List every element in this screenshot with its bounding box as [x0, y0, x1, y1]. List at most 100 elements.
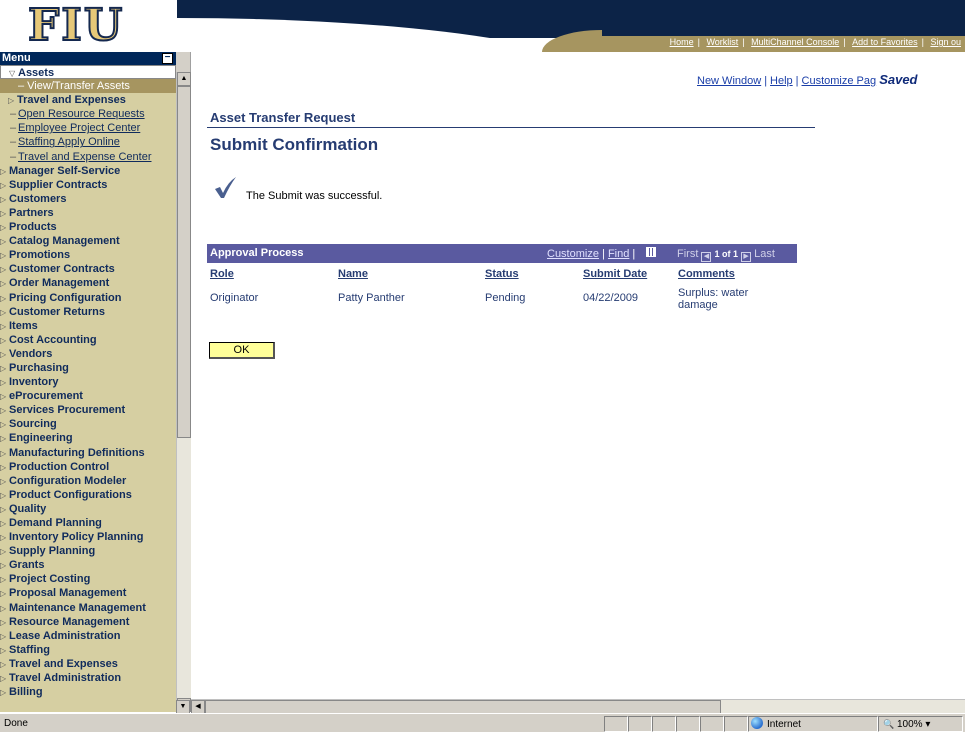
collapsed-arrow-icon: ▷	[0, 533, 7, 543]
menu-item[interactable]: ▷ Project Costing	[0, 572, 176, 586]
page-subtitle: Submit Confirmation	[210, 135, 379, 154]
menu-item-label: Grants	[9, 559, 45, 572]
scroll-left-arrow-icon[interactable]: ◀	[191, 700, 205, 714]
menu-item[interactable]: ▷ Vendors	[0, 347, 176, 361]
menu-item[interactable]: ▷ Inventory	[0, 375, 176, 389]
menu-item[interactable]: ▷ Pricing Configuration	[0, 291, 176, 305]
collapsed-arrow-icon: ▷	[0, 617, 7, 627]
horizontal-scrollbar[interactable]: ▼ ◀	[176, 699, 965, 714]
menu-item[interactable]: – Employee Project Center	[0, 121, 176, 135]
menu-item[interactable]: ▷ Resource Management	[0, 615, 176, 629]
menu-scroll-down-icon[interactable]: ▼	[176, 700, 190, 714]
menu-scrollbar[interactable]: ▲ ▼	[176, 72, 191, 712]
menu-item[interactable]: ▷ Services Procurement	[0, 403, 176, 417]
home-link[interactable]: Home	[666, 37, 698, 47]
browser-page: FIU Home | Worklist | MultiChannel Console…	[0, 0, 965, 732]
menu-item[interactable]: ▷ Customers	[0, 192, 176, 206]
horizontal-scroll-thumb[interactable]	[205, 700, 721, 714]
menu-item[interactable]: ▷ Engineering	[0, 431, 176, 445]
menu-item[interactable]: ▷ Catalog Management	[0, 234, 176, 248]
menu-item[interactable]: ▷ Product Configurations	[0, 488, 176, 502]
sign-out-link[interactable]: Sign ou	[926, 37, 965, 47]
menu-item[interactable]: ▷ Billing	[0, 685, 176, 699]
menu-item[interactable]: ▷ Sourcing	[0, 417, 176, 431]
menu-item[interactable]: – View/Transfer Assets	[0, 79, 176, 94]
menu-item[interactable]: ▷ Promotions	[0, 248, 176, 262]
last-link[interactable]: Last	[754, 248, 775, 260]
view-all-grid-icon[interactable]	[646, 247, 656, 257]
collapsed-arrow-icon: ▷	[0, 166, 7, 176]
column-header-comments[interactable]: Comments	[678, 268, 735, 280]
multichannel-console-link[interactable]: MultiChannel Console	[747, 37, 843, 47]
column-header-name[interactable]: Name	[338, 268, 368, 280]
column-header-status[interactable]: Status	[485, 268, 519, 280]
menu-item-label: Travel Administration	[9, 672, 122, 685]
collapse-menu-icon[interactable]: −	[162, 53, 173, 64]
menu-item[interactable]: ▷ Order Management	[0, 276, 176, 290]
menu-item[interactable]: ▷ Maintenance Management	[0, 601, 176, 615]
collapsed-arrow-icon: ▷	[0, 575, 7, 585]
menu-item[interactable]: ▽ Assets	[0, 65, 176, 80]
scroll-thumb[interactable]	[177, 86, 191, 438]
customize-page-link[interactable]: Customize Pag	[802, 75, 877, 87]
zoom-level[interactable]: 🔍 100% ▾	[878, 716, 963, 732]
menu-item-label: Maintenance Management	[9, 601, 146, 614]
menu-item-label: Supplier Contracts	[9, 178, 108, 191]
menu-item[interactable]: ▷ Demand Planning	[0, 516, 176, 530]
menu-item-label: Customer Contracts	[9, 263, 115, 276]
next-row-icon[interactable]: ▶	[741, 252, 752, 262]
menu-item[interactable]: – Travel and Expense Center	[0, 150, 176, 164]
menu-item[interactable]: ▷ eProcurement	[0, 389, 176, 403]
new-window-link[interactable]: New Window	[697, 75, 761, 87]
menu-item[interactable]: ▷ Lease Administration	[0, 629, 176, 643]
grid-find-link[interactable]: Find	[608, 248, 629, 260]
menu-item-label: Order Management	[9, 277, 110, 290]
menu-item[interactable]: ▷ Items	[0, 319, 176, 333]
menu-item[interactable]: ▷ Purchasing	[0, 361, 176, 375]
collapsed-arrow-icon: ▷	[0, 279, 7, 289]
collapsed-arrow-icon: ▷	[0, 363, 7, 373]
menu-item[interactable]: ▷ Customer Returns	[0, 305, 176, 319]
add-to-favorites-link[interactable]: Add to Favorites	[848, 37, 922, 47]
menu-item[interactable]: ▷ Manager Self-Service	[0, 164, 176, 178]
menu-item[interactable]: ▷ Customer Contracts	[0, 262, 176, 276]
collapsed-arrow-icon: ▷	[0, 180, 7, 190]
menu-item-label: Customer Returns	[9, 305, 105, 318]
collapsed-arrow-icon: ▷	[0, 631, 7, 641]
worklist-link[interactable]: Worklist	[702, 37, 742, 47]
menu-item[interactable]: ▷ Cost Accounting	[0, 333, 176, 347]
first-link[interactable]: First	[677, 248, 698, 260]
menu-item[interactable]: ▷ Products	[0, 220, 176, 234]
grid-customize-link[interactable]: Customize	[547, 248, 599, 260]
ok-button[interactable]: OK	[209, 342, 275, 359]
menu-item[interactable]: ▷ Grants	[0, 558, 176, 572]
menu-item[interactable]: – Open Resource Requests	[0, 107, 176, 121]
menu-item[interactable]: ▷ Production Control	[0, 460, 176, 474]
collapsed-arrow-icon: ▷	[0, 476, 7, 486]
menu-item[interactable]: ▷ Inventory Policy Planning	[0, 530, 176, 544]
column-header-submit-date[interactable]: Submit Date	[583, 268, 647, 280]
menu-item[interactable]: ▷ Quality	[0, 502, 176, 516]
menu-item[interactable]: ▷ Supply Planning	[0, 544, 176, 558]
help-link[interactable]: Help	[770, 75, 793, 87]
column-header-role[interactable]: Role	[210, 268, 234, 280]
cell-comments: Surplus: water damage	[678, 287, 749, 311]
cell-name: Patty Panther	[338, 292, 405, 304]
menu-item[interactable]: – Staffing Apply Online	[0, 135, 176, 149]
menu-item[interactable]: ▷ Travel and Expenses	[0, 657, 176, 671]
menu-item[interactable]: ▷ Travel and Expenses	[0, 93, 176, 107]
menu-item[interactable]: ▷ Staffing	[0, 643, 176, 657]
menu-item[interactable]: ▷ Travel Administration	[0, 671, 176, 685]
cell-role: Originator	[210, 292, 259, 304]
fiu-logo[interactable]: FIU	[27, 1, 124, 51]
menu-item-label: Billing	[9, 686, 43, 699]
menu-item[interactable]: ▷ Partners	[0, 206, 176, 220]
previous-row-icon[interactable]: ◀	[701, 252, 712, 262]
menu-item[interactable]: ▷ Configuration Modeler	[0, 474, 176, 488]
menu-item[interactable]: ▷ Manufacturing Definitions	[0, 446, 176, 460]
menu-item[interactable]: ▷ Proposal Management	[0, 586, 176, 600]
menu-title: Menu −	[0, 52, 176, 65]
menu-item[interactable]: ▷ Supplier Contracts	[0, 178, 176, 192]
security-zone[interactable]: Internet	[748, 716, 878, 732]
scroll-up-arrow-icon[interactable]: ▲	[177, 72, 191, 86]
